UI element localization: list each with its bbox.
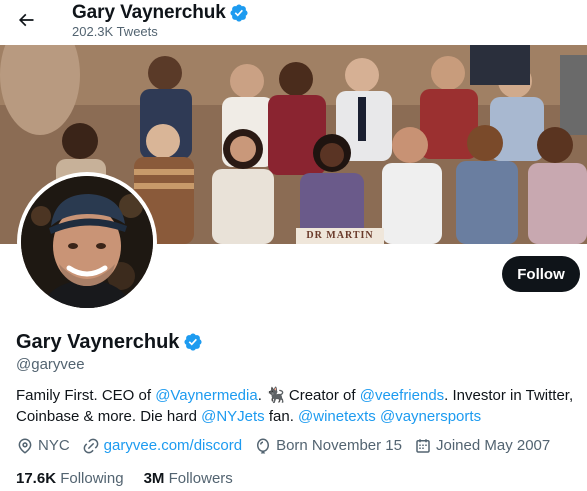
bio-text: Family First. CEO of <box>16 387 156 404</box>
verified-badge-icon <box>229 3 249 23</box>
profile-bio: Family First. CEO of @Vaynermedia. 🐈‍⬛ C… <box>16 385 576 427</box>
mention-link-vaynersports[interactable]: @vaynersports <box>380 408 481 425</box>
location-item: NYC <box>16 436 70 456</box>
profile-avatar[interactable] <box>17 172 157 312</box>
header-name-row: Gary Vaynerchuk <box>72 1 249 25</box>
profile-name-row: Gary Vaynerchuk <box>16 330 203 354</box>
mention-link-vaynermedia[interactable]: @Vaynermedia <box>155 387 258 404</box>
mention-link-veefriends[interactable]: @veefriends <box>360 387 444 404</box>
arrow-left-icon <box>18 13 34 27</box>
balloon-icon <box>257 438 270 454</box>
banner-sign-text: DR MARTIN <box>306 230 374 241</box>
display-name: Gary Vaynerchuk <box>16 331 180 353</box>
followers-count: 3M <box>143 470 165 487</box>
mention-link-winetexts[interactable]: @winetexts <box>298 408 376 425</box>
following-link[interactable]: 17.6K Following <box>16 469 124 489</box>
birthday-text: Born November 15 <box>276 437 402 454</box>
profile-header-bar: Gary Vaynerchuk 202.3K Tweets <box>0 0 587 45</box>
header-name: Gary Vaynerchuk <box>72 2 226 23</box>
following-label: Following <box>60 470 124 487</box>
mention-link-nyjets[interactable]: @NYJets <box>201 408 265 425</box>
follow-button[interactable]: Follow <box>502 256 580 292</box>
website-link[interactable]: garyvee.com/discord <box>104 436 242 456</box>
profile-meta-row: NYC garyvee.com/discord Born November 15… <box>16 436 562 456</box>
followers-link[interactable]: 3M Followers <box>144 469 233 489</box>
location-pin-icon <box>18 438 32 454</box>
birthday-item: Born November 15 <box>254 436 402 456</box>
header-tweet-count: 202.3K Tweets <box>72 24 158 39</box>
verified-badge-icon[interactable] <box>183 332 203 352</box>
link-icon <box>83 438 99 454</box>
user-handle: @garyvee <box>16 356 85 373</box>
joined-item: Joined May 2007 <box>414 436 550 456</box>
profile-stats: 17.6K Following 3M Followers <box>16 469 253 489</box>
avatar-photo <box>21 176 153 308</box>
website-item[interactable]: garyvee.com/discord <box>82 436 242 456</box>
back-button[interactable] <box>10 4 42 36</box>
bio-text: . 🐈‍⬛ Creator of <box>257 387 360 404</box>
bio-text: fan. <box>264 408 299 425</box>
calendar-icon <box>416 439 430 453</box>
following-count: 17.6K <box>16 470 57 487</box>
joined-text: Joined May 2007 <box>435 437 551 454</box>
location-text: NYC <box>38 437 70 454</box>
followers-label: Followers <box>168 470 233 487</box>
